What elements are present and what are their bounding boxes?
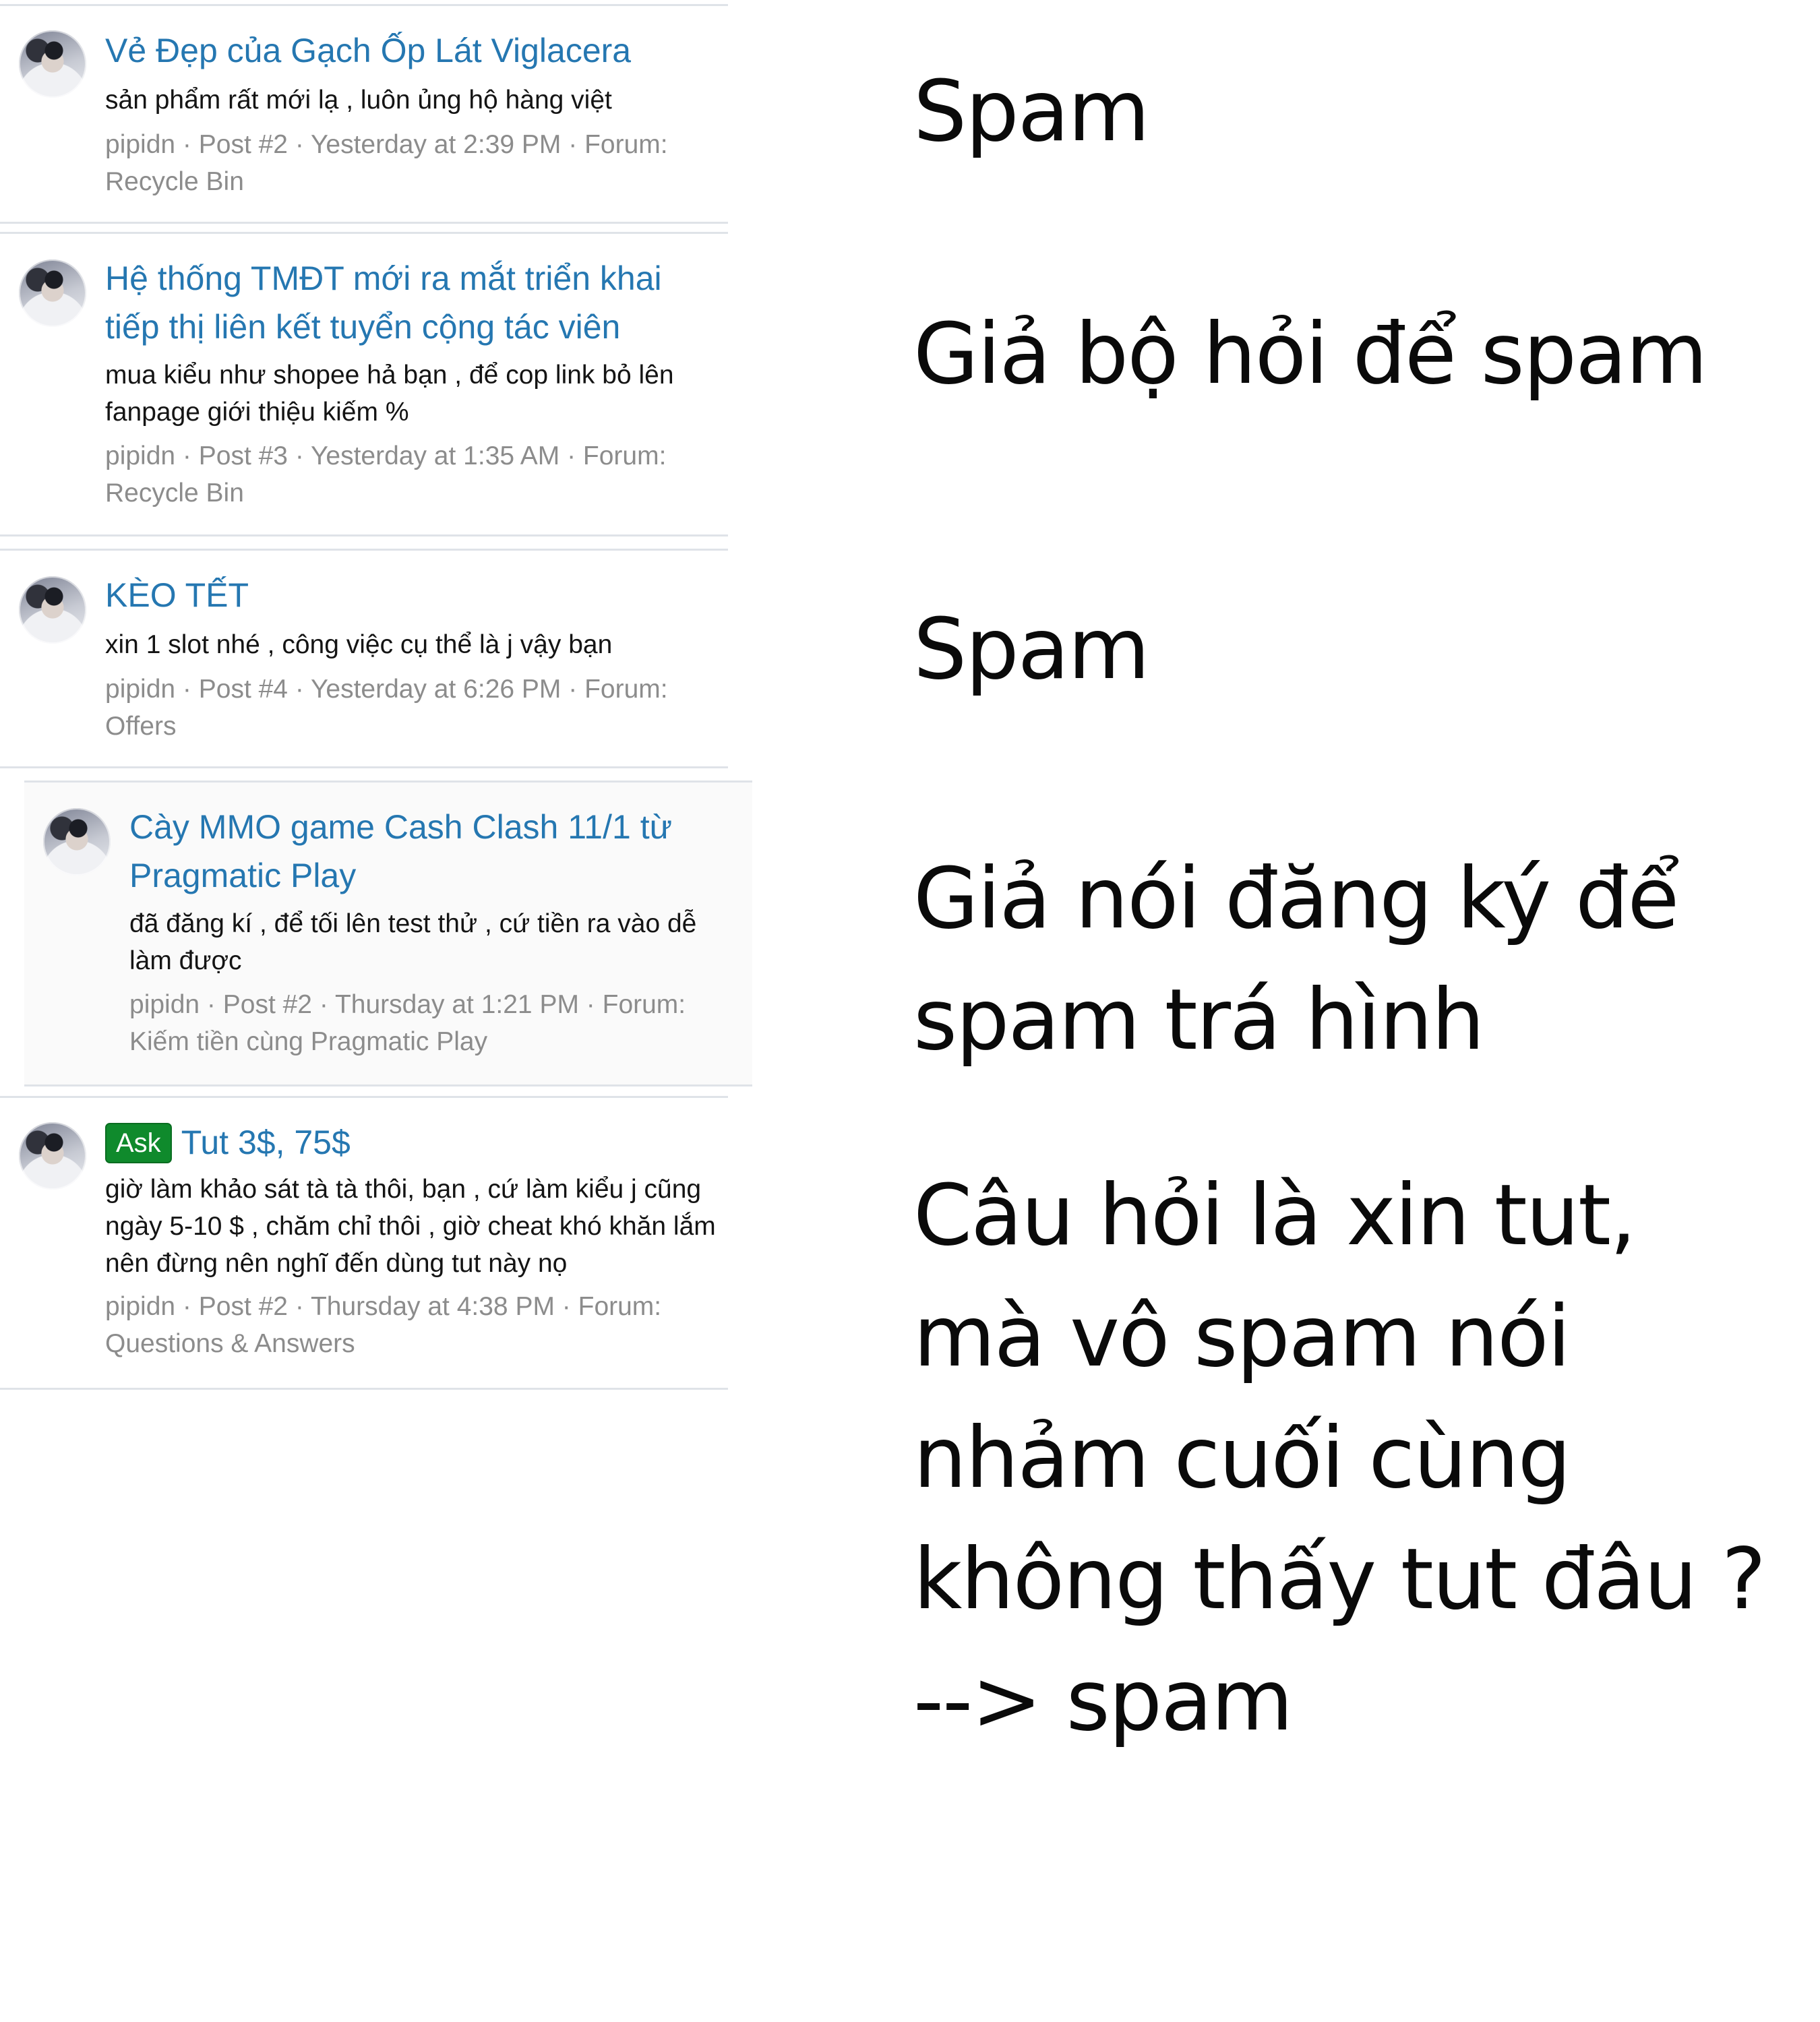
avatar[interactable] <box>43 808 111 876</box>
avatar[interactable] <box>19 1122 86 1190</box>
post-title-link[interactable]: Vẻ Đẹp của Gạch Ốp Lát Viglacera <box>105 26 712 75</box>
post-meta: pipidn · Post #4 · Yesterday at 6:26 PM … <box>105 675 668 741</box>
avatar[interactable] <box>19 259 86 327</box>
post-title-link[interactable]: Cày MMO game Cash Clash 11/1 từ Pragmati… <box>129 803 723 900</box>
post-meta: pipidn · Post #2 · Thursday at 4:38 PM ·… <box>105 1292 662 1358</box>
post-snippet: giờ làm khảo sát tà tà thôi, bạn , cứ là… <box>105 1175 716 1278</box>
post-title-link[interactable]: Hệ thống TMĐT mới ra mắt triển khai tiếp… <box>105 254 712 351</box>
post-result[interactable]: KÈO TẾT xin 1 slot nhé , công việc cụ th… <box>0 549 728 768</box>
annotation-note: Spam <box>913 63 1150 160</box>
annotation-note: Spam <box>913 601 1150 698</box>
post-result[interactable]: Cày MMO game Cash Clash 11/1 từ Pragmati… <box>24 780 752 1086</box>
annotation-note: Giả nói đăng ký để spam trá hình <box>913 850 1679 1069</box>
post-title-link[interactable]: KÈO TẾT <box>105 571 712 619</box>
post-title-text[interactable]: Tut 3$, 75$ <box>181 1124 351 1161</box>
post-snippet: xin 1 slot nhé , công việc cụ thể là j v… <box>105 630 613 659</box>
post-snippet: đã đăng kí , để tối lên test thử , cứ ti… <box>129 909 697 975</box>
avatar[interactable] <box>19 576 86 644</box>
post-snippet: sản phẩm rất mới lạ , luôn ủng hộ hàng v… <box>105 86 612 115</box>
post-meta: pipidn · Post #2 · Thursday at 1:21 PM ·… <box>129 990 686 1056</box>
post-result[interactable]: Hệ thống TMĐT mới ra mắt triển khai tiếp… <box>0 232 728 537</box>
post-meta: pipidn · Post #3 · Yesterday at 1:35 AM … <box>105 441 667 508</box>
post-result[interactable]: Ask Tut 3$, 75$ giờ làm khảo sát tà tà th… <box>0 1096 728 1390</box>
post-result[interactable]: Vẻ Đẹp của Gạch Ốp Lát Viglacera sản phẩ… <box>0 4 728 224</box>
thread-prefix-badge[interactable]: Ask <box>105 1123 172 1163</box>
annotation-note: Giả bộ hỏi để spam <box>913 305 1707 403</box>
post-meta: pipidn · Post #2 · Yesterday at 2:39 PM … <box>105 130 668 196</box>
annotation-note: Câu hỏi là xin tut, mà vô spam nói nhảm … <box>913 1167 1766 1750</box>
post-snippet: mua kiểu như shopee hả bạn , để cop link… <box>105 361 674 427</box>
avatar[interactable] <box>19 30 86 98</box>
post-title-link[interactable]: Ask Tut 3$, 75$ <box>105 1118 712 1167</box>
